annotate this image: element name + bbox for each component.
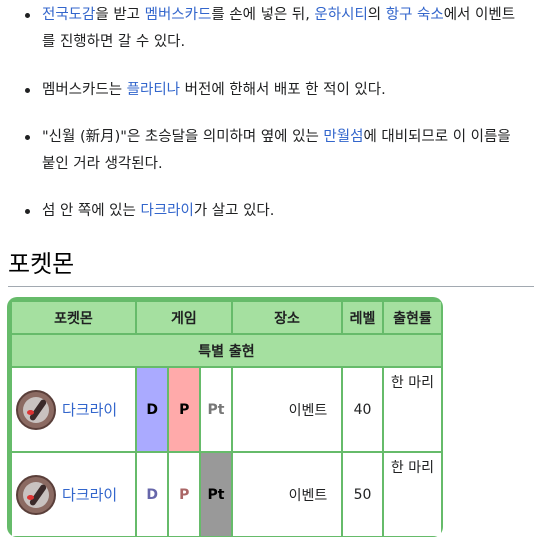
note-text: 섬 안 쪽에 있는 [42,203,141,219]
note-text: 멤버스카드는 [42,82,127,98]
pokemon-link[interactable]: 다크라이 [62,484,117,505]
note-text: 버전에 한해서 배포 한 적이 있다. [180,82,386,98]
wiki-link[interactable]: 플라티나 [127,82,180,98]
darkrai-icon[interactable] [16,389,56,430]
location-cell: 이벤트 [232,453,342,536]
table-row: 다크라이 D P Pt 이벤트 40 한 마리 [12,368,441,451]
pokemon-cell: 다크라이 [12,453,135,536]
pokemon-table-frame: 포켓몬 게임 장소 레벨 출현률 특별 출현 다크라이 D P Pt 이벤트 40 한 마리… [7,297,443,537]
location-cell: 이벤트 [232,368,342,451]
wiki-link[interactable]: 항구 숙소 [386,7,444,23]
pokemon-cell: 다크라이 [12,368,135,451]
note-text: 를 손에 넣은 뒤, [211,7,315,23]
note-text: "신월 (新月)"은 초승달을 의미하며 옆에 있는 [42,129,324,145]
pokemon-link[interactable]: 다크라이 [62,399,117,420]
note-text: 을 받고 [95,7,145,23]
version-p: P [169,453,200,536]
version-pt: Pt [201,453,231,536]
header-level: 레벨 [343,302,382,333]
rate-cell: 한 마리 [383,368,441,451]
wiki-link[interactable]: 만월섬 [323,129,363,145]
version-d: D [136,368,168,451]
version-p: P [169,368,200,451]
darkrai-icon[interactable] [16,474,56,515]
wiki-link[interactable]: 멤버스카드 [145,7,212,23]
note-text: 의 [367,7,386,23]
section-heading-pokemon: 포켓몬 [8,244,534,287]
rate-cell: 한 마리 [383,453,441,536]
note-4: 섬 안 쪽에 있는 다크라이가 살고 있다. [25,198,522,225]
header-pokemon: 포켓몬 [12,302,135,333]
version-d: D [136,453,168,536]
table-row: 다크라이 D P Pt 이벤트 50 한 마리 [12,453,441,536]
note-3: "신월 (新月)"은 초승달을 의미하며 옆에 있는 만월섬에 대비되므로 이 … [25,124,522,178]
wiki-link[interactable]: 전국도감 [42,7,95,23]
note-2: 멤버스카드는 플라티나 버전에 한해서 배포 한 적이 있다. [25,77,522,104]
header-game: 게임 [136,302,231,333]
level-cell: 50 [343,453,382,536]
special-encounter-header: 특별 출현 [12,335,441,366]
wiki-link[interactable]: 다크라이 [140,203,193,219]
wiki-link[interactable]: 운하시티 [314,7,367,23]
version-pt: Pt [201,368,231,451]
header-rate: 출현률 [383,302,441,333]
level-cell: 40 [343,368,382,451]
pokemon-table: 포켓몬 게임 장소 레벨 출현률 특별 출현 다크라이 D P Pt 이벤트 40 한 마리… [10,300,443,538]
header-location: 장소 [232,302,342,333]
note-text: 가 살고 있다. [193,203,275,219]
note-1: 전국도감을 받고 멤버스카드를 손에 넣은 뒤, 운하시티의 항구 숙소에서 이… [25,2,522,56]
